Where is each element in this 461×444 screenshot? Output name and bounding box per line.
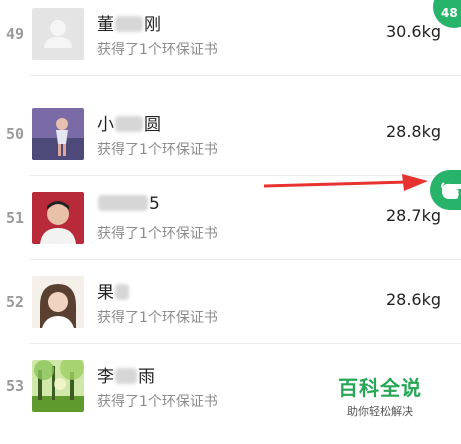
hand-icon	[441, 182, 461, 199]
rank-number: 50	[5, 125, 25, 143]
rank-number: 53	[5, 377, 25, 395]
rank-number: 52	[5, 293, 25, 311]
name-visible-part: 董	[97, 15, 114, 35]
avatar-photo-icon	[32, 108, 84, 160]
divider	[30, 75, 461, 76]
avatar[interactable]	[32, 108, 84, 160]
carbon-weight: 30.6kg	[385, 22, 441, 41]
certificate-text: 获得了1个环保证书	[97, 226, 218, 242]
list-item[interactable]: 52 果 获得了1个环保证书 28.6kg	[0, 260, 461, 344]
carbon-weight: 28.7kg	[385, 206, 441, 225]
name-blur-mask	[115, 368, 137, 384]
list-item[interactable]: 50 小圆 获得了1个环保证书 28.8kg	[0, 92, 461, 176]
avatar[interactable]	[32, 360, 84, 412]
name-visible-part: 果	[97, 283, 114, 303]
certificate-text: 获得了1个环保证书	[97, 310, 218, 326]
avatar-photo-icon	[32, 360, 84, 412]
name-visible-part: 5	[149, 194, 160, 214]
default-avatar-icon	[32, 8, 84, 60]
certificate-text: 获得了1个环保证书	[97, 42, 218, 58]
name-visible-part: 雨	[138, 367, 155, 387]
name-blur-mask	[115, 116, 143, 132]
ranking-list: 49 董刚 获得了1个环保证书 30.6kg 48 50 小 圆 获得了1个环保…	[0, 0, 461, 444]
rank-number: 51	[5, 209, 25, 227]
name-blur-mask	[115, 16, 143, 32]
user-name: 董刚	[97, 10, 161, 35]
user-name: 李雨	[97, 362, 155, 387]
carbon-weight: 28.6kg	[385, 290, 441, 309]
user-name: 果	[97, 278, 130, 303]
energy-badge-text: 48	[441, 6, 458, 20]
list-item[interactable]: 49 董刚 获得了1个环保证书 30.6kg	[0, 0, 461, 76]
watermark-subtitle: 助你轻松解决	[347, 405, 413, 418]
user-name: 小圆	[97, 110, 161, 135]
user-name: 5	[97, 194, 160, 214]
certificate-text: 获得了1个环保证书	[97, 394, 218, 410]
name-blur-mask	[98, 195, 148, 211]
name-visible-part: 圆	[144, 115, 161, 135]
carbon-weight: 28.8kg	[385, 122, 441, 141]
name-visible-part: 李	[97, 367, 114, 387]
avatar-photo-icon	[32, 276, 84, 328]
red-arrow-annotation	[263, 174, 428, 191]
avatar[interactable]	[32, 276, 84, 328]
avatar-photo-icon	[32, 192, 84, 244]
name-blur-mask	[115, 284, 129, 300]
name-visible-part: 刚	[144, 15, 161, 35]
name-visible-part: 小	[97, 115, 114, 135]
certificate-text: 获得了1个环保证书	[97, 142, 218, 158]
rank-number: 49	[5, 25, 25, 43]
watermark: 百科全说 助你轻松解决	[332, 372, 428, 419]
avatar[interactable]	[32, 8, 84, 60]
watermark-title: 百科全说	[338, 376, 422, 400]
avatar[interactable]	[32, 192, 84, 244]
